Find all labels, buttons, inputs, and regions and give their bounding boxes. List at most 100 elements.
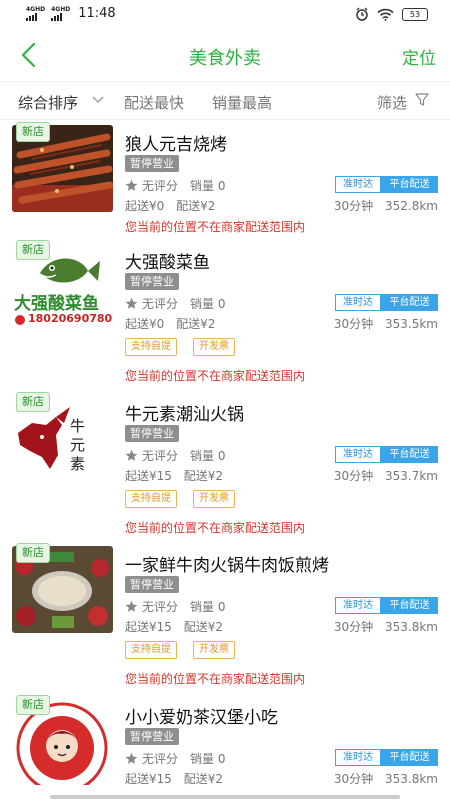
signal-strength-icon: 4GHD (51, 6, 70, 21)
sales-count: 销量 0 (190, 297, 226, 311)
invoice-tag: 开发票 (193, 490, 235, 508)
rating-text: 无评分 (142, 449, 179, 463)
distance-text: 353.5km (385, 317, 438, 331)
locate-button[interactable]: 定位 (402, 44, 436, 69)
sort-fastest-delivery-tab[interactable]: 配送最快 (124, 92, 184, 113)
rating-text: 无评分 (142, 752, 179, 766)
eta-text: 30分钟 (333, 199, 374, 213)
sort-comprehensive-tab[interactable]: 综合排序 (18, 92, 78, 113)
restaurant-card[interactable]: 新店 牛元素 牛元素潮汕火锅 暂停营业 无评分 销量 0 准时达 平台配送 起送… (0, 390, 450, 540)
logo-phone: 18020690780 (28, 312, 113, 325)
rating-text: 无评分 (142, 179, 179, 193)
funnel-icon[interactable] (415, 93, 429, 107)
min-order-text: 起送¥15 (125, 772, 172, 786)
eta-text: 30分钟 (333, 317, 374, 331)
store-name: 一家鲜牛肉火锅牛肉饭煎烤 (125, 556, 329, 576)
signal-strength-icon: 4GHD (26, 6, 45, 21)
restaurant-card[interactable]: 新店 一家鲜牛肉火锅牛肉饭煎烤 暂停营业 无评分 销量 0 准时达 平台配送 起… (0, 541, 450, 691)
min-order-text: 起送¥15 (125, 620, 172, 634)
platform-delivery-tag: 平台配送 (381, 294, 438, 311)
sales-count: 销量 0 (190, 449, 226, 463)
star-icon (125, 600, 138, 612)
sort-top-sales-tab[interactable]: 销量最高 (212, 92, 272, 113)
rating-row: 无评分 销量 0 (125, 447, 225, 464)
eta-distance: 30分钟 353.7km (334, 467, 438, 484)
eta-text: 30分钟 (333, 772, 374, 786)
fee-row: 起送¥0 配送¥2 (125, 315, 215, 332)
on-time-tag: 准时达 (335, 176, 381, 193)
status-time: 11:48 (78, 6, 116, 21)
on-time-tag: 准时达 (335, 749, 381, 766)
distance-text: 353.8km (385, 772, 438, 786)
invoice-tag: 开发票 (193, 338, 235, 356)
delivery-fee-text: 配送¥2 (183, 620, 224, 634)
invoice-tag: 开发票 (193, 641, 235, 659)
out-of-range-warning: 您当前的位置不在商家配送范围内 (125, 521, 306, 535)
restaurant-card[interactable]: 新店 狼人元吉烧烤 暂停营业 无评分 销量 0 准时达 平台配送 起送¥0 配送… (0, 120, 450, 238)
eta-distance: 30分钟 353.8km (334, 618, 438, 635)
store-status-badge: 暂停营业 (125, 425, 179, 442)
sort-filter-bar: 综合排序 配送最快 销量最高 筛选 (0, 82, 450, 120)
logo-text: 牛元素 (70, 417, 86, 473)
top-nav-bar: 美食外卖 定位 (0, 28, 450, 82)
eta-distance: 30分钟 353.8km (334, 770, 438, 787)
new-store-badge: 新店 (16, 122, 50, 142)
home-indicator[interactable] (50, 795, 400, 799)
rating-row: 无评分 销量 0 (125, 750, 225, 767)
store-status-badge: 暂停营业 (125, 576, 179, 593)
alarm-icon (356, 7, 368, 21)
fee-row: 起送¥15 配送¥2 (125, 770, 223, 787)
rating-text: 无评分 (142, 297, 179, 311)
star-icon (125, 752, 138, 764)
new-store-badge: 新店 (16, 240, 50, 260)
self-pickup-tag: 支持自提 (125, 641, 177, 659)
filter-button[interactable]: 筛选 (377, 92, 407, 113)
star-icon (125, 179, 138, 191)
out-of-range-warning: 您当前的位置不在商家配送范围内 (125, 369, 306, 383)
eta-text: 30分钟 (333, 469, 374, 483)
eta-distance: 30分钟 353.5km (334, 315, 438, 332)
store-name: 牛元素潮汕火锅 (125, 405, 244, 425)
out-of-range-warning: 您当前的位置不在商家配送范围内 (125, 672, 306, 686)
restaurant-list: 新店 狼人元吉烧烤 暂停营业 无评分 销量 0 准时达 平台配送 起送¥0 配送… (0, 120, 450, 800)
new-store-badge: 新店 (16, 392, 50, 412)
sales-count: 销量 0 (190, 600, 226, 614)
store-status-badge: 暂停营业 (125, 273, 179, 290)
distance-text: 352.8km (385, 199, 438, 213)
new-store-badge: 新店 (16, 543, 50, 563)
distance-text: 353.7km (385, 469, 438, 483)
store-status-badge: 暂停营业 (125, 728, 179, 745)
chevron-down-icon[interactable] (92, 94, 104, 106)
on-time-tag: 准时达 (335, 446, 381, 463)
fee-row: 起送¥0 配送¥2 (125, 197, 215, 214)
logo-text: 大强酸菜鱼 (14, 294, 99, 314)
eta-distance: 30分钟 352.8km (334, 197, 438, 214)
min-order-text: 起送¥0 (125, 199, 165, 213)
sales-count: 销量 0 (190, 752, 226, 766)
distance-text: 353.8km (385, 620, 438, 634)
rating-text: 无评分 (142, 600, 179, 614)
self-pickup-tag: 支持自提 (125, 490, 177, 508)
store-name: 小小爱奶茶汉堡小吃 (125, 708, 278, 728)
platform-delivery-tag: 平台配送 (381, 749, 438, 766)
delivery-fee-text: 配送¥2 (183, 772, 224, 786)
store-name: 大强酸菜鱼 (125, 253, 210, 273)
status-bar: 4GHD 4GHD 11:48 53 (0, 0, 450, 28)
restaurant-card[interactable]: 新店 小小爱奶茶汉堡小吃 暂停营业 无评分 销量 0 准时达 平台配送 起送¥1… (0, 693, 450, 800)
platform-delivery-tag: 平台配送 (381, 446, 438, 463)
self-pickup-tag: 支持自提 (125, 338, 177, 356)
new-store-badge: 新店 (16, 695, 50, 715)
rating-row: 无评分 销量 0 (125, 177, 225, 194)
eta-text: 30分钟 (333, 620, 374, 634)
delivery-fee-text: 配送¥2 (183, 469, 224, 483)
fee-row: 起送¥15 配送¥2 (125, 467, 223, 484)
min-order-text: 起送¥0 (125, 317, 165, 331)
store-name: 狼人元吉烧烤 (125, 135, 227, 155)
restaurant-card[interactable]: 新店 大强酸菜鱼 18020690780 大强酸菜鱼 暂停营业 无评分 销量 0… (0, 238, 450, 388)
page-title: 美食外卖 (189, 48, 261, 69)
delivery-fee-text: 配送¥2 (176, 317, 216, 331)
delivery-fee-text: 配送¥2 (176, 199, 216, 213)
on-time-tag: 准时达 (335, 597, 381, 614)
platform-delivery-tag: 平台配送 (381, 176, 438, 193)
fee-row: 起送¥15 配送¥2 (125, 618, 223, 635)
